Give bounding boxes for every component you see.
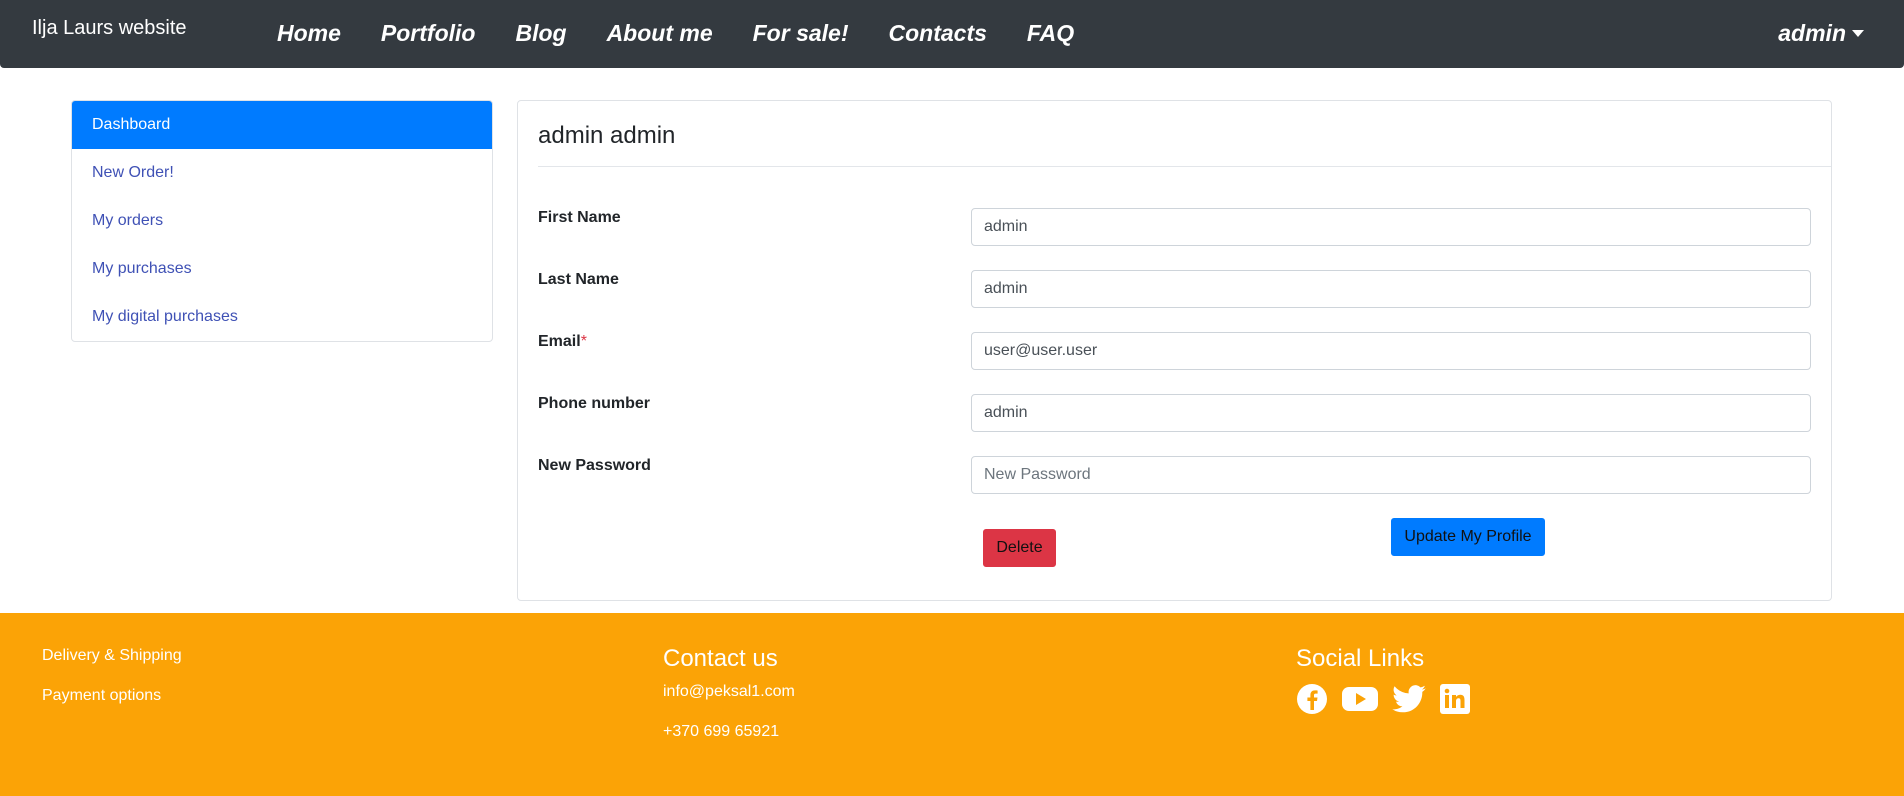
email-field[interactable]	[971, 332, 1811, 370]
nav-blog[interactable]: Blog	[515, 20, 566, 47]
delivery-shipping-link[interactable]: Delivery & Shipping	[42, 647, 182, 665]
new-password-field[interactable]	[971, 456, 1811, 494]
new-password-label: New Password	[538, 457, 651, 474]
payment-options-link[interactable]: Payment options	[42, 687, 161, 705]
linkedin-icon[interactable]	[1440, 684, 1470, 719]
divider	[538, 166, 1831, 167]
nav-about[interactable]: About me	[607, 20, 713, 47]
nav-portfolio[interactable]: Portfolio	[381, 20, 476, 47]
user-menu-label: admin	[1778, 20, 1846, 46]
sidebar-item-my-purchases[interactable]: My purchases	[72, 245, 492, 293]
sidebar-item-new-order[interactable]: New Order!	[72, 149, 492, 197]
nav-links: Home Portfolio Blog About me For sale! C…	[277, 20, 1114, 47]
update-profile-button[interactable]: Update My Profile	[1391, 518, 1545, 556]
required-mark: *	[580, 333, 587, 350]
caret-down-icon	[1852, 30, 1864, 37]
social-links	[1296, 683, 1484, 720]
account-sidebar: Dashboard New Order! My orders My purcha…	[71, 100, 493, 342]
last-name-label: Last Name	[538, 271, 619, 288]
twitter-icon[interactable]	[1392, 685, 1426, 718]
youtube-icon[interactable]	[1342, 685, 1378, 718]
sidebar-item-my-digital-purchases[interactable]: My digital purchases	[72, 293, 492, 341]
profile-title: admin admin	[538, 122, 676, 149]
sidebar-item-dashboard[interactable]: Dashboard	[72, 101, 492, 149]
brand-link[interactable]: Ilja Laurs website	[32, 17, 187, 40]
contact-heading: Contact us	[663, 645, 778, 672]
phone-label: Phone number	[538, 395, 651, 412]
first-name-label: First Name	[538, 209, 621, 226]
top-navbar: Ilja Laurs website Home Portfolio Blog A…	[0, 0, 1904, 68]
nav-home[interactable]: Home	[277, 20, 341, 47]
email-label-text: Email	[538, 333, 581, 350]
profile-card: admin admin First Name Last Name Email* …	[517, 100, 1832, 601]
delete-button[interactable]: Delete	[983, 529, 1056, 567]
phone-field[interactable]	[971, 394, 1811, 432]
first-name-field[interactable]	[971, 208, 1811, 246]
contact-phone[interactable]: +370 699 65921	[663, 723, 779, 741]
email-label: Email*	[538, 333, 587, 351]
user-menu-toggle[interactable]: admin	[1778, 20, 1864, 47]
site-footer: Delivery & Shipping Payment options Cont…	[0, 613, 1904, 796]
nav-contacts[interactable]: Contacts	[889, 20, 987, 47]
contact-email[interactable]: info@peksal1.com	[663, 683, 795, 701]
social-heading: Social Links	[1296, 645, 1425, 672]
nav-for-sale[interactable]: For sale!	[753, 20, 849, 47]
sidebar-item-my-orders[interactable]: My orders	[72, 197, 492, 245]
nav-faq[interactable]: FAQ	[1027, 20, 1074, 47]
facebook-icon[interactable]	[1296, 683, 1328, 720]
last-name-field[interactable]	[971, 270, 1811, 308]
